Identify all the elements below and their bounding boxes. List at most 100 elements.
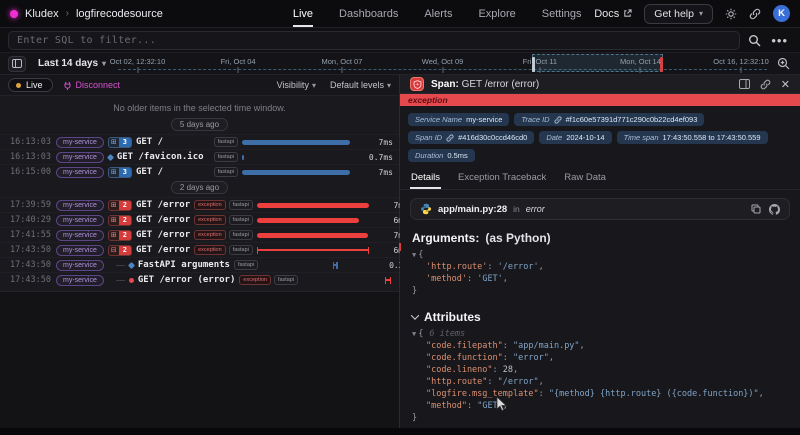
- tab-settings[interactable]: Settings: [542, 0, 582, 27]
- tab-live[interactable]: Live: [293, 0, 313, 27]
- trace-row[interactable]: 17:43:50my-serviceGET /error (error)exce…: [0, 272, 399, 287]
- trace-row[interactable]: 17:43:50my-serviceFastAPI argumentsfasta…: [0, 257, 399, 272]
- span-dot-icon: [129, 278, 134, 283]
- tab-explore[interactable]: Explore: [478, 0, 515, 27]
- sql-filter-bar: Enter SQL to filter... •••: [0, 28, 800, 53]
- attributes-heading[interactable]: Attributes: [400, 301, 800, 326]
- close-icon[interactable]: ✕: [781, 78, 790, 91]
- code-punct: :: [487, 377, 497, 387]
- levels-dropdown[interactable]: Default levels ▾: [330, 80, 391, 90]
- live-toggle-button[interactable]: Live: [8, 78, 53, 92]
- sidebar-toggle-icon[interactable]: [8, 56, 26, 72]
- code-location-card[interactable]: app/main.py:28 in error: [410, 198, 790, 220]
- expander-badge[interactable]: ⊟2: [108, 245, 132, 256]
- code-value: '/error': [498, 262, 539, 272]
- code-punct: :: [467, 401, 477, 411]
- user-avatar[interactable]: K: [773, 5, 790, 22]
- more-options-icon[interactable]: •••: [771, 33, 788, 48]
- code-key: "code.function": [426, 353, 503, 363]
- expander-badge[interactable]: ⊞2: [108, 200, 132, 211]
- disconnect-button[interactable]: Disconnect: [63, 80, 121, 90]
- row-timestamp: 17:43:50: [10, 260, 52, 270]
- code-value: 28: [503, 365, 513, 375]
- dock-panel-icon[interactable]: [739, 79, 750, 89]
- live-panel: Live Disconnect Visibility ▾ Default lev…: [0, 75, 400, 428]
- tag-exception: exception: [194, 245, 226, 255]
- code-comma: ,: [503, 274, 508, 284]
- tab-alerts[interactable]: Alerts: [424, 0, 452, 27]
- live-label: Live: [26, 80, 43, 90]
- time-range-select[interactable]: Last 14 days ▾: [34, 58, 110, 69]
- error-shield-icon: [410, 77, 424, 91]
- tag-fastapi: fastapi: [214, 167, 238, 177]
- tag-fastapi: fastapi: [214, 152, 238, 162]
- get-help-button[interactable]: Get help ▾: [644, 4, 713, 24]
- theme-toggle-icon[interactable]: [725, 8, 737, 20]
- code-key: "method": [426, 401, 467, 411]
- code-open-brace[interactable]: ▼{6 items: [412, 328, 788, 340]
- sql-filter-input[interactable]: Enter SQL to filter...: [8, 31, 740, 50]
- detail-tab-raw-data[interactable]: Raw Data: [563, 170, 607, 189]
- breadcrumb-org[interactable]: Kludex: [25, 8, 59, 20]
- external-link-icon: [623, 9, 632, 18]
- meta-service-name[interactable]: Service Namemy-service: [408, 113, 509, 126]
- trace-row[interactable]: 16:15:00my-service⊞3GET /fastapi7ms: [0, 164, 399, 179]
- row-duration: 7ms: [362, 168, 393, 177]
- row-timestamp: 16:15:00: [10, 167, 52, 177]
- visibility-dropdown[interactable]: Visibility ▾: [277, 80, 316, 90]
- ibeam-cap: [336, 262, 338, 269]
- items-count-note: 6 items: [429, 329, 465, 339]
- code-open-brace[interactable]: ▼{: [412, 249, 788, 261]
- meta-date[interactable]: Date2024-10-14: [539, 131, 611, 144]
- child-count: 3: [119, 168, 131, 177]
- span-tags: exceptionfastapi: [194, 245, 253, 255]
- meta-value: 2024-10-14: [566, 133, 604, 142]
- timeline-tick-label: Oct 02, 12:32:10: [110, 57, 165, 66]
- trace-list: No older items in the selected time wind…: [0, 96, 399, 292]
- share-link-icon[interactable]: [749, 8, 761, 20]
- docs-link[interactable]: Docs: [594, 8, 632, 20]
- trace-row[interactable]: 17:40:29my-service⊞2GET /errorexceptionf…: [0, 212, 399, 227]
- logfire-logo-icon: [10, 10, 18, 18]
- meta-duration[interactable]: Duration0.5ms: [408, 149, 475, 162]
- code-punct: :: [503, 341, 513, 351]
- meta-time-span[interactable]: Time span17:43:50.558 to 17:43:50.559: [617, 131, 768, 144]
- disconnect-label: Disconnect: [76, 80, 121, 90]
- span-tags: fastapi: [214, 167, 238, 177]
- breadcrumb-project[interactable]: logfirecodesource: [76, 8, 163, 20]
- expander-badge[interactable]: ⊞2: [108, 230, 132, 241]
- trace-row[interactable]: 17:43:50my-service⊟2GET /errorexceptionf…: [0, 242, 399, 257]
- zoom-in-icon[interactable]: [775, 57, 792, 70]
- timeline-tick-mark: [238, 67, 239, 73]
- copy-link-icon[interactable]: [760, 79, 771, 90]
- trace-row[interactable]: 16:13:03my-service⊞3GET /fastapi7ms: [0, 134, 399, 149]
- time-divider-pill: 2 days ago: [171, 181, 228, 194]
- code-comma: ,: [539, 262, 544, 272]
- github-icon[interactable]: [769, 204, 780, 215]
- expander-badge[interactable]: ⊞2: [108, 215, 132, 226]
- span-name: GET /: [136, 137, 163, 147]
- trace-row[interactable]: 16:13:03my-serviceGET /favicon.icofastap…: [0, 149, 399, 164]
- search-icon[interactable]: [748, 34, 761, 47]
- trace-row[interactable]: 17:41:55my-service⊞2GET /errorexceptionf…: [0, 227, 399, 242]
- arguments-heading[interactable]: Arguments: (as Python): [400, 222, 800, 247]
- expand-icon: ⊞: [109, 231, 119, 240]
- meta-span-id[interactable]: Span ID#416d30c0ccd46cd0: [408, 131, 534, 144]
- expander-badge[interactable]: ⊞3: [108, 137, 132, 148]
- meta-value: 17:43:50.558 to 17:43:50.559: [663, 133, 761, 142]
- collapse-caret-icon[interactable]: ▼: [412, 330, 416, 338]
- tab-dashboards[interactable]: Dashboards: [339, 0, 398, 27]
- copy-icon[interactable]: [751, 204, 761, 215]
- expander-badge[interactable]: ⊞3: [108, 167, 132, 178]
- code-location-function: error: [526, 204, 545, 214]
- meta-trace-id[interactable]: Trace ID#f1c60e57391d771c290c0b22cd4ef09…: [514, 113, 704, 126]
- code-punct: :: [467, 274, 477, 284]
- collapse-caret-icon[interactable]: ▼: [412, 251, 416, 259]
- service-pill: my-service: [56, 215, 104, 226]
- duration-bar: [257, 233, 368, 238]
- trace-row[interactable]: 17:39:59my-service⊞2GET /errorexceptionf…: [0, 197, 399, 212]
- row-timestamp: 17:43:50: [10, 245, 52, 255]
- detail-tab-details[interactable]: Details: [410, 170, 441, 189]
- detail-tab-exception-traceback[interactable]: Exception Traceback: [457, 170, 547, 189]
- timeline-track[interactable]: Oct 02, 12:32:10Fri, Oct 04Mon, Oct 07We…: [118, 53, 767, 74]
